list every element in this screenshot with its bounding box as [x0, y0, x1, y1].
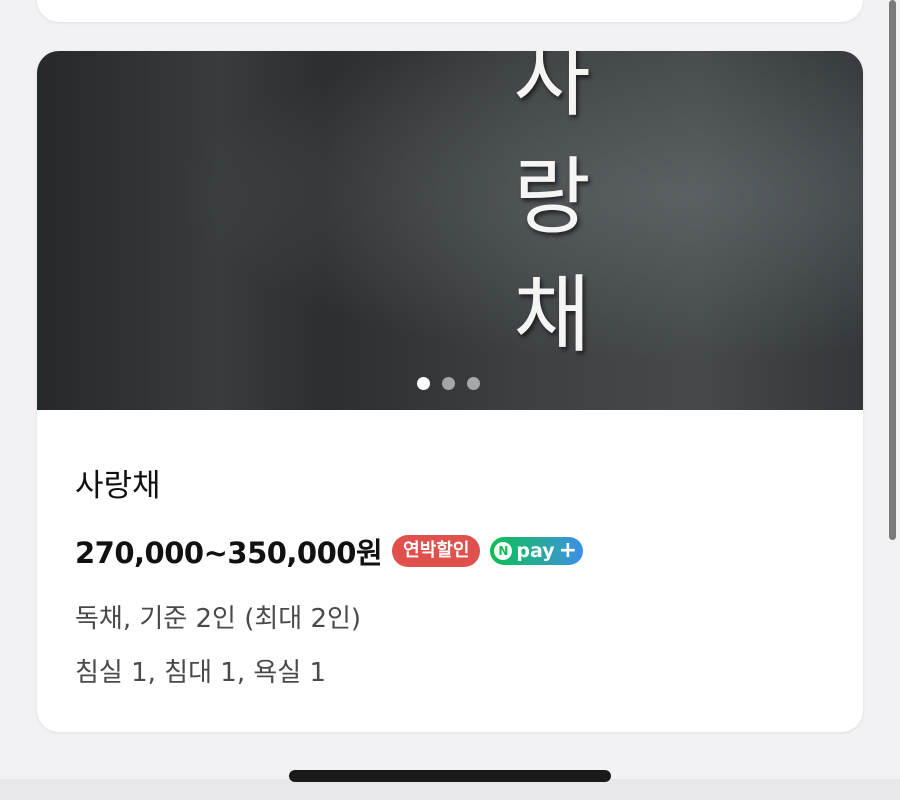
carousel-dot-2[interactable] — [442, 377, 455, 390]
carousel-dot-1[interactable] — [417, 377, 430, 390]
listing-photo-carousel[interactable]: 사 랑 채 — [37, 51, 863, 410]
npay-n-icon: N — [494, 542, 513, 560]
listing-card[interactable]: 사 랑 채 사랑채 270,000~350,000원 연박할인 N pay + … — [37, 51, 863, 732]
bottom-safe-area — [0, 779, 900, 800]
sign-char-1: 사 — [513, 51, 591, 128]
npay-label: pay — [516, 540, 555, 562]
sign-char-2: 랑 — [513, 148, 591, 246]
previous-listing-card[interactable] — [37, 0, 863, 22]
page-scrollbar[interactable] — [889, 0, 896, 540]
listing-title[interactable]: 사랑채 — [75, 460, 161, 505]
listing-rooms: 침실 1, 침대 1, 욕실 1 — [75, 658, 326, 688]
carousel-dot-3[interactable] — [467, 377, 480, 390]
home-indicator[interactable] — [289, 770, 611, 782]
multi-night-discount-badge: 연박할인 — [392, 535, 481, 567]
carousel-indicator — [417, 377, 480, 390]
listing-capacity: 독채, 기준 2인 (최대 2인) — [75, 604, 362, 634]
plus-icon: + — [558, 538, 578, 563]
listing-price: 270,000~350,000원 — [75, 536, 383, 570]
photo-sign-lettering: 사 랑 채 — [512, 51, 592, 363]
price-row: 270,000~350,000원 연박할인 N pay + — [75, 530, 584, 572]
npay-plus-badge: N pay + — [490, 537, 584, 565]
sign-char-3: 채 — [513, 266, 591, 364]
